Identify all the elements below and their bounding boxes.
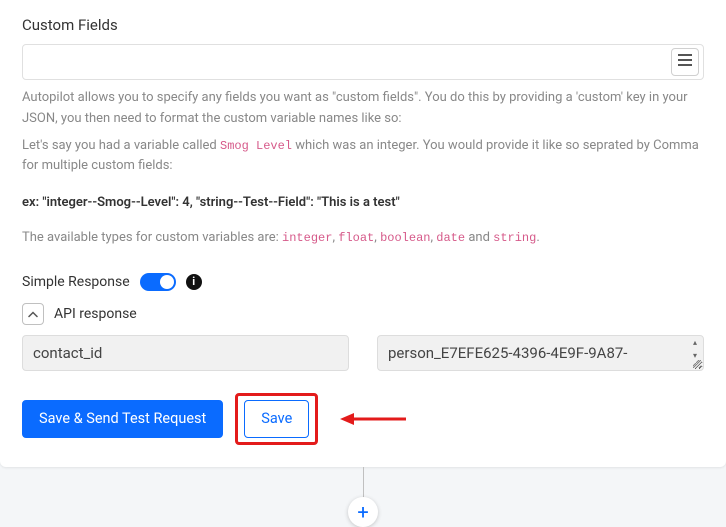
menu-icon	[677, 53, 693, 71]
menu-button[interactable]	[671, 48, 699, 76]
save-button[interactable]: Save	[244, 400, 309, 438]
chevron-up-icon	[28, 306, 38, 322]
button-row: Save & Send Test Request Save	[22, 393, 704, 445]
api-response-value[interactable]: person_E7EFE625-4396-4E9F-9A87- ▴▾	[377, 335, 704, 371]
custom-fields-title: Custom Fields	[22, 16, 704, 34]
scrollbar-icon[interactable]: ▴▾	[693, 338, 701, 360]
simple-response-toggle[interactable]	[140, 273, 176, 291]
api-response-row: contact_id person_E7EFE625-4396-4E9F-9A8…	[22, 335, 704, 371]
connector-line	[363, 467, 364, 501]
example-line: ex: "integer--Smog--Level": 4, "string--…	[22, 195, 704, 210]
help-text-1: Autopilot allows you to specify any fiel…	[22, 88, 704, 130]
save-send-button[interactable]: Save & Send Test Request	[22, 400, 223, 438]
api-response-key[interactable]: contact_id	[22, 335, 349, 371]
footer-area: +	[0, 467, 726, 527]
simple-response-row: Simple Response i	[22, 273, 704, 291]
api-response-label: API response	[54, 306, 137, 322]
help-text-2: Let's say you had a variable called Smog…	[22, 136, 704, 178]
add-step-button[interactable]: +	[348, 497, 378, 527]
api-response-header: API response	[22, 303, 704, 325]
code-sample-smog: Smog Level	[220, 139, 292, 153]
collapse-button[interactable]	[22, 303, 44, 325]
simple-response-label: Simple Response	[22, 274, 130, 290]
custom-fields-input[interactable]	[31, 45, 671, 79]
settings-panel: Custom Fields Autopilot allows you to sp…	[0, 0, 726, 467]
types-line: The available types for custom variables…	[22, 228, 704, 249]
plus-icon: +	[357, 500, 368, 524]
annotation-highlight: Save	[235, 393, 318, 445]
annotation-arrow	[338, 409, 408, 429]
custom-fields-input-wrapper	[22, 44, 704, 80]
info-icon[interactable]: i	[186, 274, 202, 290]
